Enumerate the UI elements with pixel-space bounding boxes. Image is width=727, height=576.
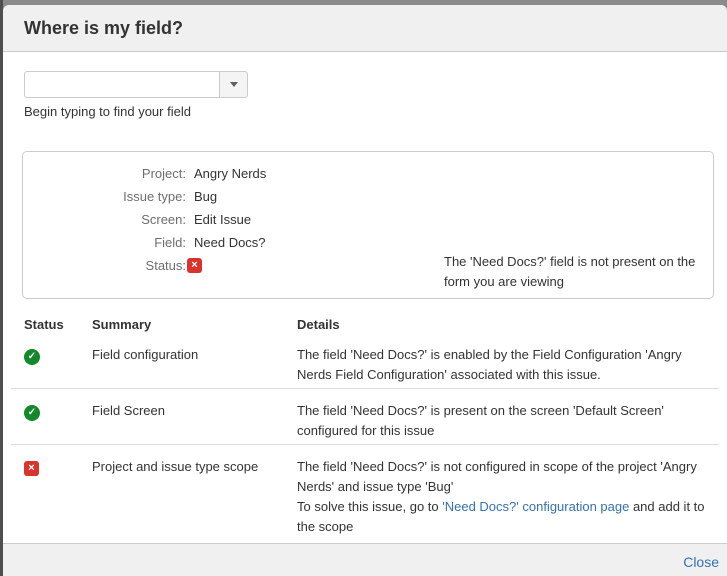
context-rows: Project: Angry Nerds Issue type: Bug Scr…	[23, 162, 266, 277]
table-row-field-screen: ✓ Field Screen The field 'Need Docs?' is…	[11, 388, 719, 444]
field-value: Need Docs?	[186, 235, 266, 250]
context-row-field: Field: Need Docs?	[23, 231, 266, 254]
status-message: The 'Need Docs?' field is not present on…	[444, 252, 708, 292]
dialog-header: Where is my field?	[3, 5, 727, 52]
column-header-summary: Summary	[92, 317, 297, 333]
error-cross-icon: ×	[24, 461, 39, 476]
screen-value: Edit Issue	[186, 212, 251, 227]
field-combobox	[24, 71, 248, 98]
table-row-project-issue-type-scope: × Project and issue type scope The field…	[11, 444, 719, 540]
field-label: Field:	[23, 235, 186, 250]
project-value: Angry Nerds	[186, 166, 266, 181]
context-panel: Project: Angry Nerds Issue type: Bug Scr…	[22, 151, 714, 299]
field-configuration-page-link[interactable]: 'Need Docs?' configuration page	[442, 499, 629, 514]
table-header-row: Status Summary Details	[11, 308, 719, 333]
context-row-screen: Screen: Edit Issue	[23, 208, 266, 231]
success-check-icon: ✓	[24, 405, 40, 421]
screen-label: Screen:	[23, 212, 186, 227]
row-summary-cell: Field configuration	[92, 345, 297, 385]
chevron-down-icon	[230, 82, 238, 87]
column-header-details: Details	[297, 317, 711, 333]
project-label: Project:	[23, 166, 186, 181]
dialog-footer: Close	[3, 543, 727, 576]
row-details-cell: The field 'Need Docs?' is not configured…	[297, 457, 711, 537]
context-row-status: Status: ×	[23, 254, 266, 277]
scope-details-text: The field 'Need Docs?' is not configured…	[297, 457, 711, 497]
context-row-issue-type: Issue type: Bug	[23, 185, 266, 208]
combobox-dropdown-button[interactable]	[219, 71, 248, 98]
row-status-cell: ×	[24, 457, 92, 537]
dialog-title: Where is my field?	[24, 18, 183, 39]
status-label: Status:	[23, 258, 186, 273]
status-value: ×	[186, 258, 202, 273]
search-helper-text: Begin typing to find your field	[24, 104, 191, 119]
row-status-cell: ✓	[24, 401, 92, 441]
row-summary-cell: Field Screen	[92, 401, 297, 441]
field-search-input[interactable]	[24, 71, 220, 98]
issue-type-label: Issue type:	[23, 189, 186, 204]
close-button[interactable]: Close	[683, 554, 719, 570]
context-row-project: Project: Angry Nerds	[23, 162, 266, 185]
solution-prefix: To solve this issue, go to	[297, 499, 442, 514]
success-check-icon: ✓	[24, 349, 40, 365]
results-table: Status Summary Details ✓ Field configura…	[11, 308, 719, 540]
where-is-my-field-dialog: Where is my field? Begin typing to find …	[3, 5, 727, 576]
table-row-field-configuration: ✓ Field configuration The field 'Need Do…	[11, 333, 719, 388]
row-details-cell: The field 'Need Docs?' is enabled by the…	[297, 345, 711, 385]
row-summary-cell: Project and issue type scope	[92, 457, 297, 537]
scope-solution-text: To solve this issue, go to 'Need Docs?' …	[297, 497, 711, 537]
column-header-status: Status	[24, 317, 92, 333]
issue-type-value: Bug	[186, 189, 217, 204]
status-error-icon: ×	[187, 258, 202, 273]
row-details-cell: The field 'Need Docs?' is present on the…	[297, 401, 711, 441]
row-status-cell: ✓	[24, 345, 92, 385]
